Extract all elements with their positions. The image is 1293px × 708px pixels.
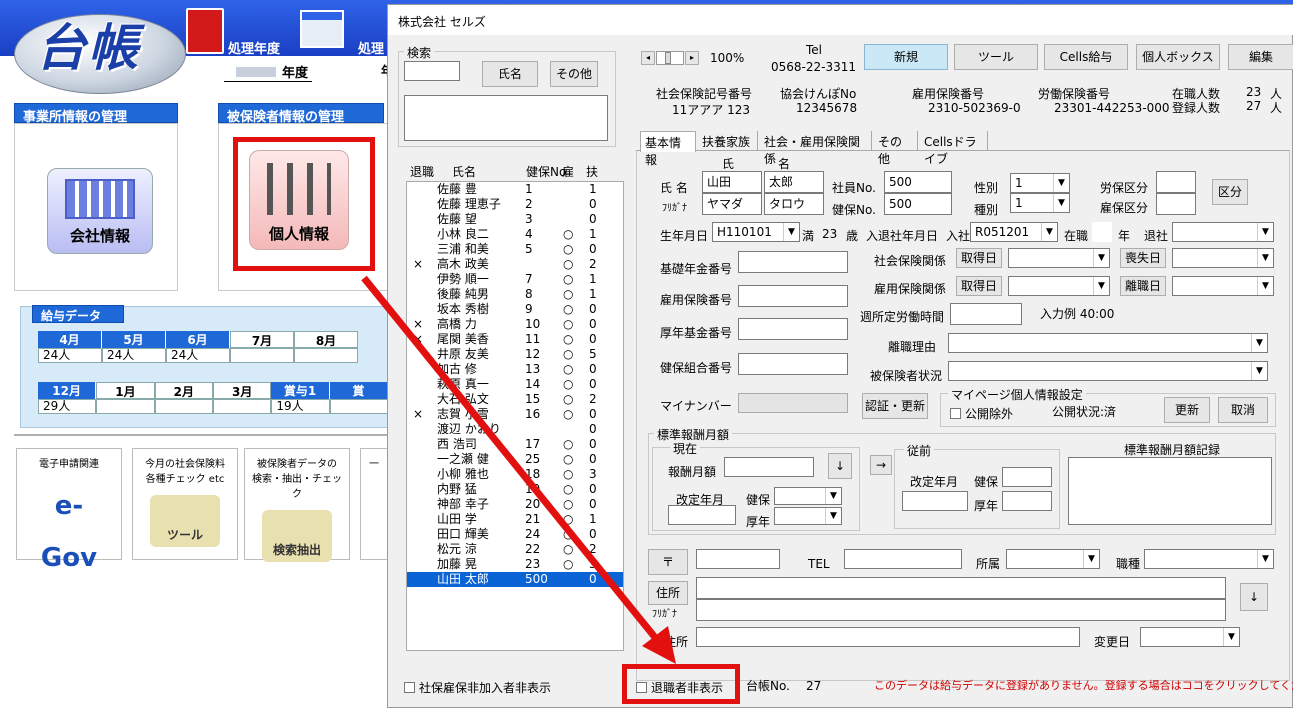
- annotation-arrow: [361, 275, 676, 664]
- arrow-shaft: [361, 275, 665, 649]
